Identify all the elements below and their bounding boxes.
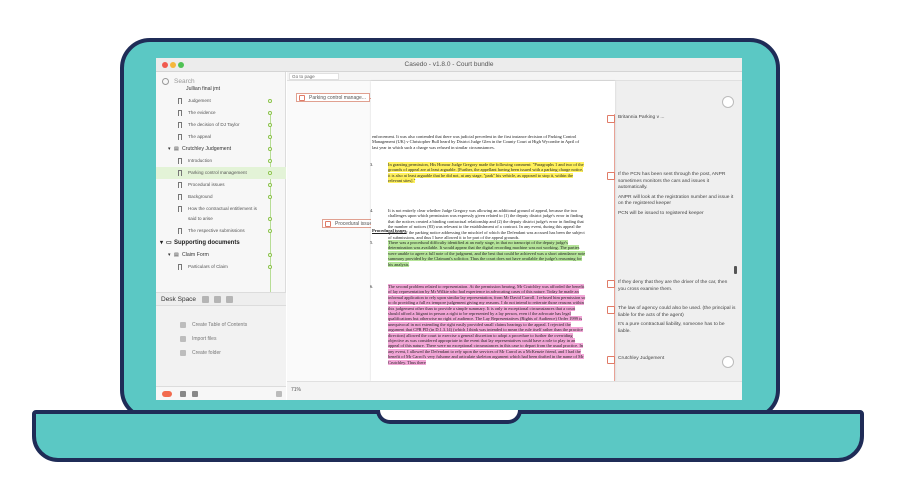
bookmark-icon [178, 206, 182, 212]
desk-space-panel: Create Table of Contents Import files Cr… [156, 306, 286, 386]
resize-icon[interactable] [276, 391, 282, 397]
tree-node-dot [268, 111, 272, 115]
bookmark-icon [178, 182, 182, 188]
chat-icon[interactable] [722, 356, 734, 368]
tree-node-dot [268, 99, 272, 103]
tree-section[interactable]: ▾ ▭ Supporting documents [156, 237, 286, 249]
sidebar-footer [156, 386, 286, 400]
tree-node-dot [268, 147, 272, 151]
folder-icon [180, 350, 186, 356]
folder-icon: ▭ [166, 240, 172, 246]
bookmark-icon [178, 228, 182, 234]
tree-item[interactable]: The evidence [156, 107, 286, 119]
tree-group[interactable]: ▾ ▤ Crutchley Judgement [156, 143, 286, 155]
tree-node-dot [268, 265, 272, 269]
tree-item[interactable]: Background [156, 191, 286, 203]
tree-item[interactable]: Particulars of Claim [156, 261, 286, 273]
tree-item[interactable]: Procedural issues [156, 179, 286, 191]
bookmark-icon [178, 122, 182, 128]
tree-item[interactable]: Jullian final jmt [156, 83, 286, 95]
tree-node-dot [268, 171, 272, 175]
zoom-level[interactable]: 71% [291, 387, 301, 393]
tree-node-dot [268, 183, 272, 187]
document-paragraph: 3. In granting permission, His Honour Ju… [370, 162, 584, 184]
tree-node-dot [268, 253, 272, 257]
bookmark-icon [607, 115, 615, 123]
desk-view-icon[interactable] [202, 296, 209, 303]
app-window: Casedo - v1.8.0 - Court bundle Search Ju… [156, 58, 742, 400]
person-icon[interactable] [192, 391, 198, 397]
document-heading: Procedural issues [372, 228, 407, 233]
bookmark-icon [178, 170, 182, 176]
bookmark-icon [325, 221, 331, 227]
status-bar: 71% [287, 381, 742, 400]
desk-space-header: Desk Space [156, 292, 286, 306]
go-to-page-input[interactable]: Go to page [289, 73, 339, 80]
desk-space-label: Desk Space [161, 296, 197, 303]
tree-item[interactable]: The decision of DJ Taylor [156, 119, 286, 131]
create-toc-button[interactable]: Create Table of Contents [180, 320, 270, 330]
chevron-down-icon[interactable]: ▾ [168, 143, 171, 155]
tree-node-dot [268, 195, 272, 199]
title-bar: Casedo - v1.8.0 - Court bundle [156, 58, 742, 72]
tree-item[interactable]: The respective submissions [156, 225, 286, 237]
tree-item[interactable]: The appeal [156, 131, 286, 143]
tree-node-dot [268, 123, 272, 127]
note-icon [607, 306, 615, 314]
import-files-button[interactable]: Import files [180, 334, 270, 344]
document-icon: ▤ [174, 252, 179, 258]
note-icon [607, 280, 615, 288]
document-paragraph: 4. It is not entirely clear whether Judg… [370, 208, 585, 241]
bookmark-icon [178, 110, 182, 116]
go-to-page-bar: Go to page [287, 72, 742, 81]
note-card[interactable]: Crutchley Judgement [607, 356, 736, 366]
tree-node-dot [268, 135, 272, 139]
tree-group[interactable]: ▾ ▤ Claim Form [156, 249, 286, 261]
bookmark-note[interactable]: Parking control manage... [296, 93, 370, 102]
bookmark-note[interactable]: Procedural issues [322, 219, 375, 228]
tree-node-dot [268, 217, 272, 221]
document-paragraph: 6. The second problem related to represe… [370, 284, 586, 365]
document-paragraph: enforcement. It was also contended that … [372, 134, 580, 150]
toc-icon [180, 322, 186, 328]
document-icon: ▤ [174, 146, 179, 152]
import-icon [180, 336, 186, 342]
chevron-down-icon[interactable]: ▾ [168, 249, 171, 261]
tree-item[interactable]: Introduction [156, 155, 286, 167]
note-card[interactable]: The law of agency could also be used. (t… [607, 306, 736, 338]
note-icon [607, 172, 615, 180]
tree-item-continuation[interactable]: said to arise [156, 213, 286, 225]
bookmark-icon [299, 95, 305, 101]
note-card[interactable]: Britannia Parking v ... [607, 115, 736, 125]
left-annotation-gutter [287, 81, 371, 381]
bookmark-icon [178, 194, 182, 200]
desk-trash-icon[interactable] [226, 296, 233, 303]
toggle-switch[interactable] [162, 391, 172, 397]
scrollbar-thumb[interactable] [734, 266, 737, 274]
bookmark-icon [178, 264, 182, 270]
document-paragraph: 5. There was a procedural difficulty ide… [370, 240, 586, 267]
tree-node-dot [268, 159, 272, 163]
tree-item[interactable]: Judgement [156, 95, 286, 107]
tree-node-dot [268, 229, 272, 233]
bookmark-icon [178, 134, 182, 140]
window-title: Casedo - v1.8.0 - Court bundle [404, 61, 494, 68]
create-folder-button[interactable]: Create folder [180, 348, 270, 358]
bookmark-icon [607, 356, 615, 364]
bundle-tree: Jullian final jmt Judgement The evidence… [156, 86, 286, 312]
link-icon[interactable] [722, 96, 734, 108]
bookmark-icon [178, 98, 182, 104]
settings-icon[interactable] [180, 391, 186, 397]
tree-item-selected[interactable]: Parking control management [156, 167, 286, 179]
laptop-notch [376, 410, 522, 424]
bookmark-icon [178, 158, 182, 164]
note-card[interactable]: If they deny that they are the driver of… [607, 280, 736, 296]
sidebar: Search Jullian final jmt Judgement The e… [156, 72, 286, 400]
note-card[interactable]: If the PCN has been sent through the pos… [607, 172, 736, 221]
desk-folder-icon[interactable] [214, 296, 221, 303]
chevron-down-icon[interactable]: ▾ [160, 237, 163, 249]
notes-connector-line [614, 114, 615, 390]
